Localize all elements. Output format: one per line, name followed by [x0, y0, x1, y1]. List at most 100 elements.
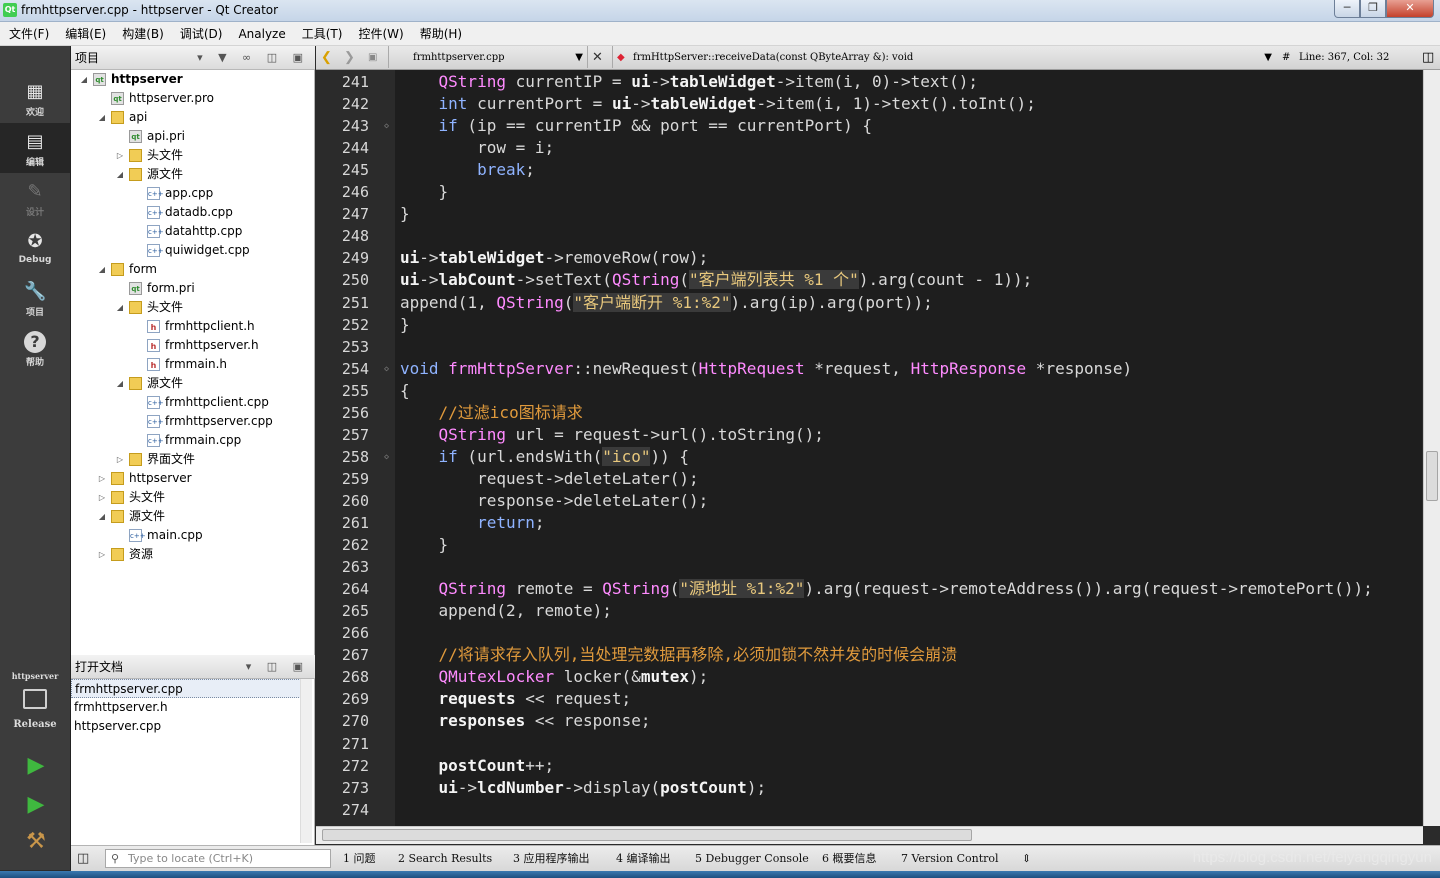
tree-item[interactable]: c++ frmmain.cpp	[71, 431, 315, 450]
tree-item[interactable]: c++ datadb.cpp	[71, 203, 315, 222]
mode-debug[interactable]: ✪ Debug	[0, 223, 70, 273]
output-tab[interactable]: 4 编译输出	[616, 850, 671, 868]
horizontal-scroll-thumb[interactable]	[322, 829, 972, 841]
tree-item[interactable]: c++ frmhttpclient.cpp	[71, 393, 315, 412]
collapsed-arrow-icon[interactable]: ▷	[115, 450, 125, 469]
source-file-icon: c++	[147, 396, 164, 409]
menu-item[interactable]: 调试(D)	[172, 22, 231, 46]
expanded-arrow-icon[interactable]: ◢	[97, 108, 107, 127]
maximize-button[interactable]: ❐	[1360, 0, 1386, 18]
toggle-sidebar-icon[interactable]: ◫	[77, 851, 89, 866]
build-hammer-icon[interactable]: ⚒	[22, 828, 50, 856]
mode-welcome[interactable]: ▦ 欢迎	[0, 73, 70, 123]
output-tab[interactable]: 1 问题	[343, 850, 376, 868]
locator-input[interactable]: ⚲ Type to locate (Ctrl+K)	[105, 849, 331, 868]
close-button[interactable]: ✕	[1386, 0, 1434, 18]
tree-item[interactable]: ◢ form	[71, 260, 315, 279]
tree-item[interactable]: ▷ 界面文件	[71, 450, 315, 469]
tree-item[interactable]: ▷ 头文件	[71, 146, 315, 165]
menu-item[interactable]: 文件(F)	[0, 22, 57, 46]
tree-item[interactable]: c++ frmhttpserver.cpp	[71, 412, 315, 431]
code-token: removeRow	[563, 248, 651, 268]
tree-item[interactable]: h frmmain.h	[71, 355, 315, 374]
output-tab[interactable]: 7 Version Control	[901, 850, 999, 868]
expanded-arrow-icon[interactable]: ◢	[79, 70, 89, 89]
open-document-item[interactable]: frmhttpserver.cpp	[71, 679, 301, 698]
menu-item[interactable]: 构建(B)	[114, 22, 172, 46]
close-document-icon[interactable]: ✕	[592, 46, 603, 70]
tree-item[interactable]: h frmhttpserver.h	[71, 336, 315, 355]
code-token: HttpResponse	[910, 358, 1027, 378]
fold-marker-icon[interactable]: ◇	[384, 358, 389, 380]
tree-item[interactable]: qt form.pri	[71, 279, 315, 298]
collapsed-arrow-icon[interactable]: ▷	[115, 146, 125, 165]
mode-help[interactable]: ? 帮助	[0, 323, 70, 373]
expanded-arrow-icon[interactable]: ◢	[97, 507, 107, 526]
line-number-text: 264	[341, 580, 369, 599]
tree-item[interactable]: ▷ 头文件	[71, 488, 315, 507]
open-document-item[interactable]: frmhttpserver.h	[71, 698, 301, 717]
code-editor[interactable]: QString currentIP = ui->tableWidget->ite…	[395, 70, 1422, 826]
symbol-combo[interactable]: ◆ frmHttpServer::receiveData(const QByte…	[612, 46, 1272, 68]
line-number: 249	[316, 247, 395, 269]
debug-run-button[interactable]: ▶	[22, 791, 50, 819]
tree-item[interactable]: ◢ 头文件	[71, 298, 315, 317]
editor-horizontal-scrollbar[interactable]	[316, 826, 1423, 844]
tree-item[interactable]: ▷ 资源	[71, 545, 315, 564]
open-document-item[interactable]: httpserver.cpp	[71, 717, 301, 736]
tree-item[interactable]: c++ main.cpp	[71, 526, 315, 545]
collapsed-arrow-icon[interactable]: ▷	[97, 488, 107, 507]
line-number-text: 270	[341, 712, 369, 731]
tree-item[interactable]: ◢ 源文件	[71, 507, 315, 526]
tree-item[interactable]: ◢ 源文件	[71, 165, 315, 184]
code-token: url = request->	[505, 424, 661, 444]
expanded-arrow-icon[interactable]: ◢	[115, 374, 125, 393]
lock-icon: ▣	[368, 52, 378, 63]
tree-item[interactable]: ▷ httpserver	[71, 469, 315, 488]
menu-item[interactable]: 编辑(E)	[57, 22, 114, 46]
output-tab[interactable]: 6 概要信息	[822, 850, 877, 868]
run-button[interactable]: ▶	[22, 752, 50, 780]
output-tab[interactable]: 5 Debugger Console	[695, 850, 809, 868]
fold-marker-icon[interactable]: ◇	[384, 115, 389, 137]
tree-item[interactable]: ◢ api	[71, 108, 315, 127]
mode-projects[interactable]: 🔧 项目	[0, 273, 70, 323]
code-line: QMutexLocker locker(&mutex);	[400, 666, 709, 688]
menu-item[interactable]: 控件(W)	[350, 22, 411, 46]
file-combo[interactable]: frmhttpserver.cpp ▼	[388, 46, 588, 68]
minimize-button[interactable]: ─	[1334, 0, 1360, 18]
menu-item[interactable]: 帮助(H)	[412, 22, 470, 46]
output-tab[interactable]: 3 应用程序输出	[513, 850, 590, 868]
open-documents-scrollbar[interactable]	[300, 679, 312, 843]
tree-item[interactable]: qt httpserver.pro	[71, 89, 315, 108]
more-tabs-icon[interactable]: ⇕	[1022, 850, 1031, 868]
vertical-scroll-thumb[interactable]	[1426, 451, 1438, 501]
menu-item[interactable]: Analyze	[230, 22, 293, 46]
tree-item[interactable]: qt api.pri	[71, 127, 315, 146]
mode-design[interactable]: ✎ 设计	[0, 173, 70, 223]
nav-forward-icon[interactable]: ❯	[344, 46, 355, 70]
expanded-arrow-icon[interactable]: ◢	[115, 298, 125, 317]
tree-item[interactable]: c++ app.cpp	[71, 184, 315, 203]
tree-item[interactable]: h frmhttpclient.h	[71, 317, 315, 336]
mode-edit[interactable]: ▤ 编辑	[0, 123, 70, 173]
project-file-icon: qt	[93, 73, 106, 86]
fold-marker-icon[interactable]: ◇	[384, 446, 389, 468]
tree-item[interactable]: c++ quiwidget.cpp	[71, 241, 315, 260]
output-tab[interactable]: 2 Search Results	[398, 850, 492, 868]
collapsed-arrow-icon[interactable]: ▷	[97, 545, 107, 564]
pane-tool-icons[interactable]: ▾ ▼ ∞ ◫ ▣	[197, 46, 309, 70]
expanded-arrow-icon[interactable]: ◢	[97, 260, 107, 279]
kit-selector[interactable]: httpserver Release	[0, 663, 70, 743]
tree-item[interactable]: c++ datahttp.cpp	[71, 222, 315, 241]
tree-item[interactable]: ◢ 源文件	[71, 374, 315, 393]
menu-item[interactable]: 工具(T)	[294, 22, 351, 46]
collapsed-arrow-icon[interactable]: ▷	[97, 469, 107, 488]
split-icon[interactable]: ◫	[1422, 46, 1434, 70]
nav-back-icon[interactable]: ❮	[321, 46, 332, 70]
tree-item[interactable]: ◢ qt httpserver	[71, 70, 315, 89]
editor-vertical-scrollbar[interactable]	[1423, 70, 1440, 826]
expanded-arrow-icon[interactable]: ◢	[115, 165, 125, 184]
pane-tool-icons[interactable]: ▾ ◫ ▣	[246, 655, 309, 679]
